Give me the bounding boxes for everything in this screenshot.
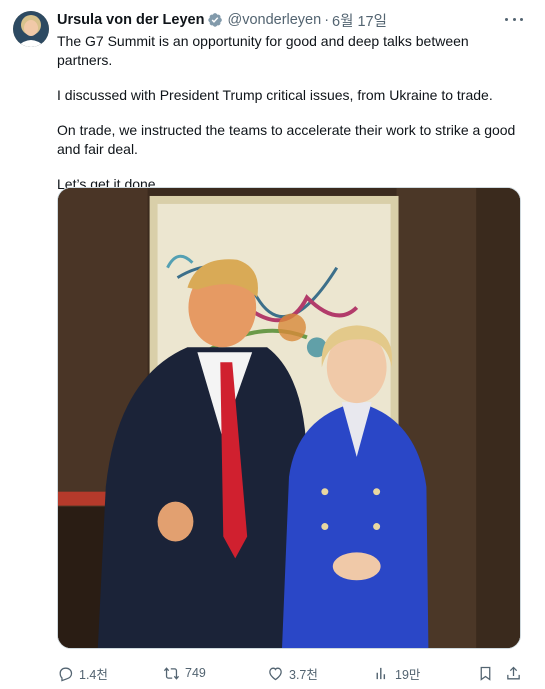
tweet-text: The G7 Summit is an opportunity for good…: [57, 32, 527, 210]
retweet-button[interactable]: 749: [163, 662, 206, 684]
like-count: 3.7천: [289, 667, 318, 682]
tweet-paragraph: The G7 Summit is an opportunity for good…: [57, 33, 469, 68]
tweet-date[interactable]: 6월 17일: [332, 10, 387, 31]
views-button[interactable]: 19만: [373, 662, 420, 684]
retweet-icon: [163, 666, 180, 680]
reply-count: 1.4천: [79, 667, 108, 682]
share-icon: [507, 666, 520, 679]
tweet-actions: 1.4천 749 3.7천 19만: [57, 662, 525, 684]
tweet-paragraph: On trade, we instructed the teams to acc…: [57, 122, 516, 157]
heart-icon: [269, 667, 282, 680]
share-button[interactable]: [505, 662, 522, 684]
like-button[interactable]: 3.7천: [267, 662, 318, 684]
author-avatar[interactable]: [13, 11, 49, 47]
tweet-photo[interactable]: [57, 187, 521, 649]
header-separator: ·: [324, 12, 330, 28]
more-options-icon[interactable]: [505, 12, 523, 26]
tweet-card[interactable]: Ursula von der Leyen @vonderleyen · 6월 1…: [0, 0, 545, 689]
author-handle[interactable]: @vonderleyen: [227, 12, 321, 28]
reply-icon: [59, 667, 73, 681]
reply-button[interactable]: 1.4천: [57, 662, 108, 684]
bookmark-icon: [480, 666, 491, 681]
author-name[interactable]: Ursula von der Leyen: [57, 12, 204, 28]
views-chart-icon: [376, 667, 386, 679]
retweet-count: 749: [185, 666, 206, 680]
tweet-paragraph: I discussed with President Trump critica…: [57, 87, 493, 103]
views-count: 19만: [395, 667, 421, 682]
tweet-header: Ursula von der Leyen @vonderleyen · 6월 1…: [57, 10, 387, 30]
verified-badge-icon[interactable]: [207, 12, 223, 28]
bookmark-button[interactable]: [477, 662, 494, 684]
